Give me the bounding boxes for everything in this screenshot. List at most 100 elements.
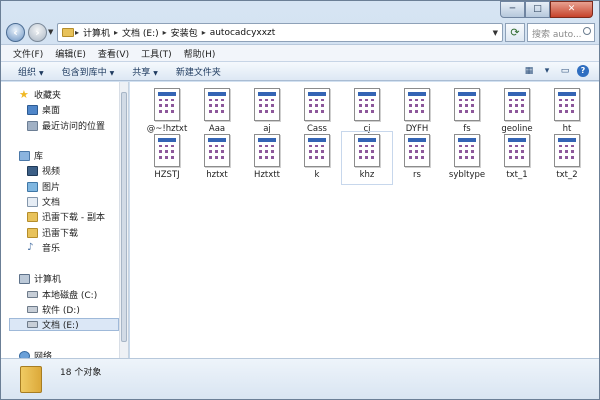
nav-favorites-label: 收藏夹 [34, 91, 62, 101]
menu-file[interactable]: 文件(F) [7, 47, 49, 60]
share-button[interactable]: 共享 ▼ [123, 65, 167, 78]
folder-icon [62, 28, 74, 37]
file-item[interactable]: aj [242, 86, 292, 138]
organize-button[interactable]: 组织 ▼ [9, 65, 53, 78]
computer-icon [19, 273, 30, 284]
change-view-icon[interactable]: ▦ [523, 65, 535, 77]
file-item[interactable]: @~!hztxt [142, 86, 192, 138]
chevron-down-icon: ▼ [109, 69, 115, 77]
file-item[interactable]: Aaa [192, 86, 242, 138]
file-item[interactable]: rs [392, 132, 442, 184]
video-icon [27, 165, 38, 176]
nav-network[interactable]: 网络 [19, 349, 52, 358]
shx-file-icon [154, 88, 180, 121]
nav-pictures[interactable]: 图片 [27, 180, 60, 193]
nav-desktop-label: 桌面 [42, 106, 61, 116]
file-item[interactable]: sybltype [442, 132, 492, 184]
downloads-folder-icon [27, 227, 38, 238]
shx-file-icon [354, 88, 380, 121]
shx-file-icon [154, 134, 180, 167]
address-row: ‹ › ▼ ▸ 计算机 ▸ 文档 (E:) ▸ 安装包 ▸ autocadcyx… [1, 1, 599, 43]
shx-file-icon [504, 134, 530, 167]
menu-help[interactable]: 帮助(H) [178, 47, 222, 60]
nav-recent[interactable]: 最近访问的位置 [27, 119, 105, 132]
back-button[interactable]: ‹ [6, 23, 25, 42]
file-item[interactable]: ht [542, 86, 592, 138]
star-icon: ★ [19, 87, 29, 101]
shx-file-icon [204, 88, 230, 121]
recent-places-icon [27, 120, 38, 131]
search-icon[interactable] [583, 27, 591, 35]
downloads-folder-icon [27, 211, 38, 222]
file-name: txt_2 [556, 170, 578, 180]
file-item[interactable]: DYFH [392, 86, 442, 138]
menu-view[interactable]: 查看(V) [92, 47, 135, 60]
file-item[interactable]: fs [442, 86, 492, 138]
address-history-dropdown-icon[interactable]: ▼ [489, 29, 502, 37]
shx-file-icon [454, 134, 480, 167]
recent-pages-dropdown-icon[interactable]: ▼ [48, 28, 56, 36]
nav-xunlei-copy-label: 迅雷下载 - 副本 [42, 213, 105, 223]
view-dropdown-icon[interactable]: ▾ [541, 65, 553, 77]
hard-drive-icon [27, 291, 38, 298]
nav-favorites[interactable]: ★ 收藏夹 [19, 87, 62, 102]
file-item[interactable]: txt_2 [542, 132, 592, 184]
nav-xunlei-copy[interactable]: 迅雷下载 - 副本 [27, 210, 105, 223]
shx-file-icon [404, 88, 430, 121]
desktop-icon [27, 104, 38, 115]
nav-scrollbar-thumb[interactable] [121, 92, 127, 342]
item-count: 18 个对象 [60, 368, 102, 378]
breadcrumb-drive-e[interactable]: 文档 (E:) [119, 26, 162, 39]
menu-tools[interactable]: 工具(T) [135, 47, 178, 60]
breadcrumb-current-folder[interactable]: autocadcyxxzt [207, 28, 279, 38]
explorer-window: ─ □ ✕ ‹ › ▼ ▸ 计算机 ▸ 文档 (E:) ▸ 安装包 ▸ auto… [0, 0, 600, 400]
nav-desktop[interactable]: 桌面 [27, 103, 60, 116]
nav-video[interactable]: 视频 [27, 164, 60, 177]
shx-file-icon [454, 88, 480, 121]
nav-video-label: 视频 [42, 167, 61, 177]
file-item[interactable]: hztxt [192, 132, 242, 184]
file-item[interactable]: k [292, 132, 342, 184]
file-item[interactable]: Hztxtt [242, 132, 292, 184]
refresh-button[interactable]: ⟳ [505, 23, 525, 42]
library-icon [19, 150, 30, 161]
nav-library[interactable]: 库 [19, 149, 43, 162]
nav-drive-d[interactable]: 软件 (D:) [27, 303, 80, 316]
file-item[interactable]: txt_1 [492, 132, 542, 184]
nav-documents[interactable]: 文档 [27, 195, 60, 208]
menu-bar: 文件(F) 编辑(E) 查看(V) 工具(T) 帮助(H) [1, 44, 599, 61]
new-folder-button[interactable]: 新建文件夹 [167, 65, 230, 78]
include-in-library-button[interactable]: 包含到库中 ▼ [53, 65, 124, 78]
shx-file-icon [254, 134, 280, 167]
file-item[interactable]: Cass [292, 86, 342, 138]
breadcrumb-install-packages[interactable]: 安装包 [168, 26, 201, 39]
file-item[interactable]: geoline [492, 86, 542, 138]
nav-library-label: 库 [34, 152, 44, 162]
nav-computer[interactable]: 计算机 [19, 272, 61, 285]
navigation-pane: ★ 收藏夹 桌面 最近访问的位置 库 视频 图片 文档 迅雷下载 - 副本 迅雷… [1, 82, 129, 358]
menu-edit[interactable]: 编辑(E) [49, 47, 92, 60]
breadcrumb-computer[interactable]: 计算机 [80, 26, 113, 39]
file-item-selected[interactable]: khz [341, 131, 393, 185]
nav-music[interactable]: ♪ 音乐 [27, 241, 60, 254]
address-bar[interactable]: ▸ 计算机 ▸ 文档 (E:) ▸ 安装包 ▸ autocadcyxxzt ▼ [57, 23, 503, 42]
view-controls: ▦ ▾ ▭ ? [523, 65, 589, 77]
shx-file-icon [554, 88, 580, 121]
nav-scrollbar[interactable] [119, 82, 128, 358]
file-item[interactable]: HZSTJ [142, 132, 192, 184]
search-input[interactable]: 搜索 auto... [527, 23, 595, 42]
forward-button[interactable]: › [28, 23, 47, 42]
help-icon[interactable]: ? [577, 65, 589, 77]
file-item[interactable]: cj [342, 86, 392, 138]
include-library-label: 包含到库中 [61, 67, 107, 78]
nav-recent-label: 最近访问的位置 [42, 122, 106, 132]
shx-file-icon [354, 134, 380, 167]
nav-drive-c[interactable]: 本地磁盘 (C:) [27, 288, 97, 301]
nav-xunlei[interactable]: 迅雷下载 [27, 226, 78, 239]
file-list: @~!hztxt Aaa aj Cass cj DYFH fs geoline … [130, 82, 599, 358]
share-label: 共享 [132, 67, 151, 78]
nav-drive-e[interactable]: 文档 (E:) [9, 318, 119, 331]
preview-pane-icon[interactable]: ▭ [559, 65, 571, 77]
nav-drive-e-label: 文档 (E:) [42, 321, 79, 331]
chevron-down-icon: ▼ [39, 69, 44, 77]
